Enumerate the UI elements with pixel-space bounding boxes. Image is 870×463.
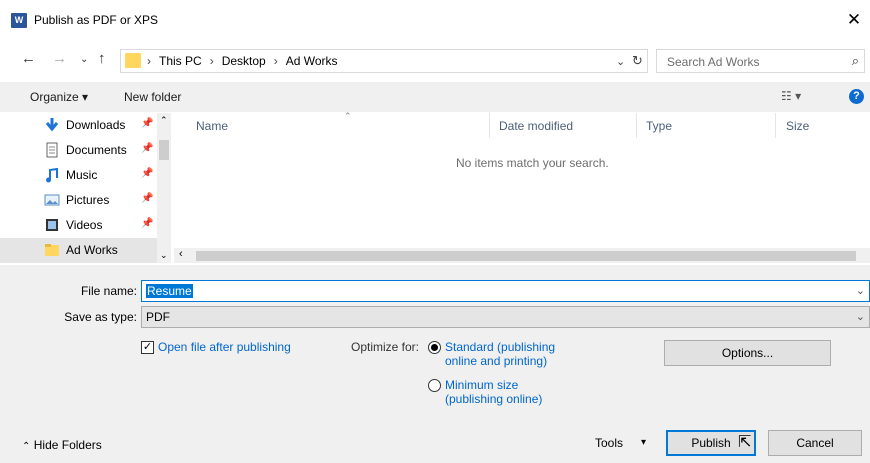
hide-folders-label: Hide Folders [33, 438, 102, 452]
nav-item-label: Videos [66, 218, 103, 232]
chevron-down-icon[interactable]: ⌄ [856, 284, 865, 297]
scroll-up-icon[interactable]: ⌃ [160, 115, 168, 126]
minimum-label-line1: Minimum size [445, 378, 519, 392]
folder-icon [45, 244, 59, 256]
nav-item-pictures[interactable]: Pictures 📌 [0, 188, 158, 213]
minimum-size-radio[interactable] [428, 379, 441, 392]
window-title: Publish as PDF or XPS [34, 13, 159, 27]
word-app-icon: W [11, 13, 27, 28]
save-as-type-value: PDF [146, 310, 170, 324]
cancel-button[interactable]: Cancel [768, 430, 862, 456]
tools-button[interactable]: Tools [595, 436, 623, 450]
nav-item-documents[interactable]: Documents 📌 [0, 138, 158, 163]
save-as-type-select[interactable]: PDF ⌄ [141, 306, 870, 328]
breadcrumb-separator: › [273, 54, 278, 68]
nav-item-label: Ad Works [66, 243, 118, 257]
breadcrumb-separator: › [147, 54, 151, 68]
sort-ascending-icon: ⌃ [344, 111, 352, 121]
title-bar: W Publish as PDF or XPS ✕ [0, 0, 870, 40]
nav-item-videos[interactable]: Videos 📌 [0, 213, 158, 238]
breadcrumb-desktop[interactable]: Desktop [222, 54, 266, 68]
column-divider[interactable] [636, 113, 637, 138]
navigation-scrollbar[interactable]: ⌃ ⌄ [157, 113, 171, 263]
column-header-name[interactable]: Name [196, 119, 228, 133]
search-icon[interactable]: ⌕ [852, 53, 859, 69]
breadcrumb-separator: › [209, 54, 214, 68]
navigation-pane: Downloads 📌 Documents 📌 Music 📌 Pictures… [0, 113, 173, 263]
pin-icon: 📌 [141, 118, 154, 129]
nav-item-downloads[interactable]: Downloads 📌 [0, 113, 158, 138]
music-note-icon [46, 167, 58, 183]
search-input[interactable]: Search Ad Works ⌕ [656, 49, 865, 73]
nav-item-label: Music [66, 168, 98, 182]
breadcrumb-ad-works[interactable]: Ad Works [286, 54, 338, 68]
minimum-size-radio-label[interactable]: Minimum size (publishing online) [445, 378, 542, 406]
nav-item-music[interactable]: Music 📌 [0, 163, 158, 188]
download-arrow-icon [45, 118, 59, 132]
tools-dropdown-icon[interactable]: ▾ [641, 437, 646, 448]
standard-label-line1: Standard (publishing [445, 340, 556, 354]
standard-radio-label[interactable]: Standard (publishing online and printing… [445, 340, 555, 368]
nav-item-label: Downloads [66, 118, 126, 132]
close-icon[interactable]: ✕ [842, 8, 866, 32]
recent-locations-chevron-icon[interactable]: ⌄ [80, 54, 88, 65]
standard-radio[interactable] [428, 341, 441, 354]
open-after-publishing-checkbox[interactable]: ✓ [141, 341, 154, 354]
forward-arrow-icon[interactable]: → [52, 50, 67, 67]
save-as-type-label: Save as type: [64, 310, 137, 324]
options-button[interactable]: Options... [664, 340, 831, 366]
minimum-label-line2: (publishing online) [445, 392, 543, 406]
pin-icon: 📌 [141, 168, 154, 179]
column-header-size[interactable]: Size [786, 119, 809, 133]
hide-folders-button[interactable]: ⌃ Hide Folders [22, 438, 102, 452]
organize-button[interactable]: Organize ▾ [30, 90, 88, 104]
command-bar: Organize ▾ New folder ☷ ▾ ? [0, 82, 870, 112]
chevron-up-icon: ⌃ [22, 441, 31, 452]
column-divider[interactable] [489, 113, 490, 138]
column-divider[interactable] [775, 113, 776, 138]
address-bar[interactable]: › This PC › Desktop › Ad Works ⌄ ↻ [120, 49, 648, 73]
pin-icon: 📌 [141, 143, 154, 154]
nav-item-label: Pictures [66, 193, 110, 207]
scroll-left-icon[interactable]: ‹ [179, 248, 183, 260]
file-name-label: File name: [80, 284, 137, 298]
pictures-icon [44, 194, 60, 206]
back-arrow-icon[interactable]: ← [21, 50, 36, 67]
file-name-field[interactable]: Resume ⌄ [141, 280, 870, 302]
address-dropdown-icon[interactable]: ⌄ [616, 55, 625, 68]
empty-folder-message: No items match your search. [456, 156, 609, 170]
open-after-publishing-label[interactable]: Open file after publishing [158, 340, 291, 354]
nav-item-ad-works[interactable]: Ad Works [0, 238, 158, 263]
search-placeholder: Search Ad Works [667, 55, 760, 69]
videos-icon [46, 219, 58, 231]
folder-icon [125, 53, 141, 68]
file-list: ⌃ Name Date modified Type Size No items … [174, 111, 870, 263]
standard-label-line2: online and printing) [445, 354, 548, 368]
help-icon[interactable]: ? [849, 89, 864, 104]
pin-icon: 📌 [141, 193, 154, 204]
documents-icon [46, 142, 58, 158]
mouse-cursor-icon: ⇱ [738, 434, 752, 451]
new-folder-button[interactable]: New folder [124, 90, 181, 104]
scroll-down-icon[interactable]: ⌄ [160, 250, 168, 261]
chevron-down-icon[interactable]: ⌄ [856, 310, 865, 323]
view-options-icon[interactable]: ☷ ▾ [781, 89, 801, 103]
breadcrumb-this-pc[interactable]: This PC [159, 54, 202, 68]
horizontal-scrollbar[interactable]: ‹ [174, 248, 870, 263]
file-name-value: Resume [146, 284, 193, 298]
optimize-for-label: Optimize for: [351, 340, 420, 354]
up-arrow-icon[interactable]: ↑ [98, 50, 106, 67]
nav-item-label: Documents [66, 143, 127, 157]
column-header-type[interactable]: Type [646, 119, 672, 133]
breadcrumb: › This PC › Desktop › Ad Works [147, 54, 338, 68]
scrollbar-thumb[interactable] [159, 140, 169, 160]
column-header-date-modified[interactable]: Date modified [499, 119, 573, 133]
refresh-icon[interactable]: ↻ [632, 53, 643, 69]
pin-icon: 📌 [141, 218, 154, 229]
address-row: ← → ⌄ ↑ › This PC › Desktop › Ad Works ⌄… [0, 45, 870, 77]
scrollbar-thumb[interactable] [196, 251, 856, 261]
